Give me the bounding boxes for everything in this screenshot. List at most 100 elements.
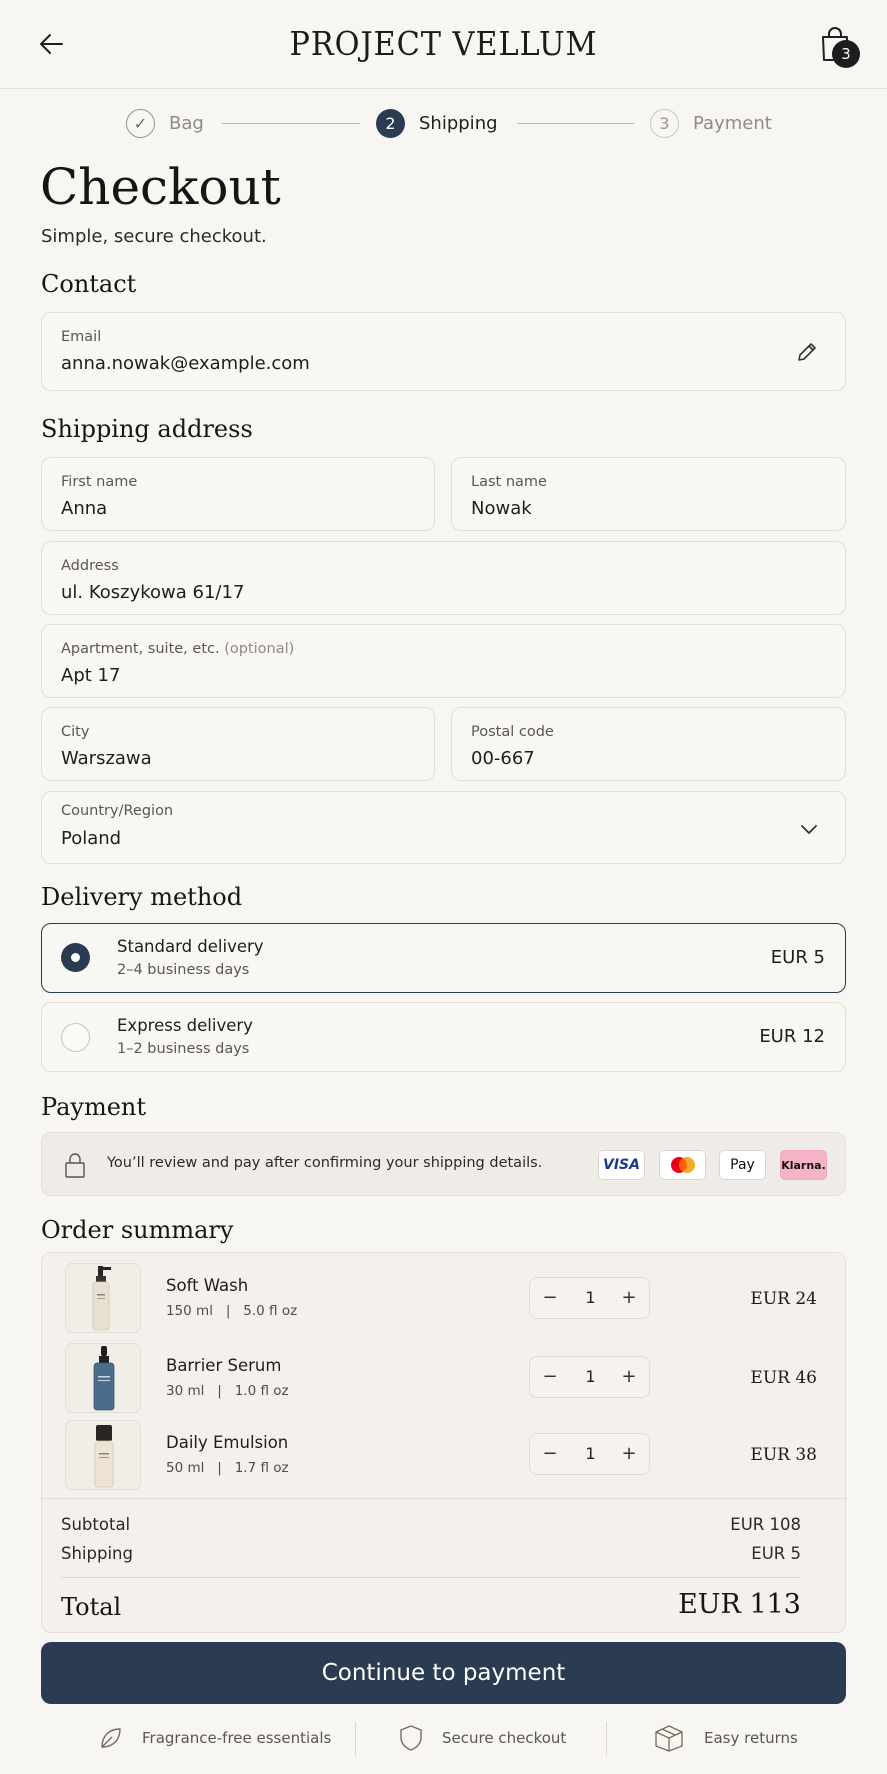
divider: [42, 1498, 847, 1499]
lock-icon: [65, 1153, 85, 1178]
chevron-down-icon: [801, 825, 817, 834]
badge-secure-checkout: Secure checkout: [398, 1718, 566, 1758]
country-label: Country/Region: [61, 803, 174, 819]
increase-quantity-button[interactable]: +: [617, 1365, 641, 1389]
step-label: Payment: [693, 113, 772, 134]
item-price: EUR 24: [750, 1289, 817, 1309]
postal-code-label: Postal code: [471, 724, 554, 740]
payment-note-text: You’ll review and pay after confirming y…: [107, 1155, 543, 1171]
quantity-stepper[interactable]: − 1 +: [529, 1277, 650, 1319]
product-image-daily-emulsion: [65, 1420, 141, 1490]
product-image-barrier-serum: [65, 1343, 141, 1413]
first-name-field[interactable]: First name Anna: [41, 457, 435, 531]
checkout-stepper: ✓ Bag 2 Shipping 3 Payment: [0, 104, 887, 144]
delivery-option-express[interactable]: Express delivery 1–2 business days EUR 1…: [41, 1002, 846, 1072]
delivery-method-title: Delivery method: [41, 883, 243, 911]
email-value: anna.nowak@example.com: [61, 353, 310, 374]
city-field[interactable]: City Warszawa: [41, 707, 435, 781]
bag-count-badge: 3: [832, 40, 860, 68]
mastercard-logo: [659, 1150, 706, 1180]
item-size: 30 ml | 1.0 fl oz: [166, 1383, 289, 1399]
shipping-label: Shipping: [61, 1544, 133, 1563]
step-number: 2: [376, 109, 405, 138]
shield-icon: [400, 1725, 422, 1751]
increase-quantity-button[interactable]: +: [617, 1442, 641, 1466]
step-connector: [517, 123, 634, 124]
payment-note: You’ll review and pay after confirming y…: [41, 1132, 846, 1196]
optional-hint: (optional): [224, 641, 295, 657]
address-value: ul. Koszykowa 61/17: [61, 582, 245, 603]
quantity-stepper[interactable]: − 1 +: [529, 1356, 650, 1398]
apartment-value: Apt 17: [61, 665, 121, 686]
email-field[interactable]: Email anna.nowak@example.com: [41, 312, 846, 391]
item-name: Barrier Serum: [166, 1356, 282, 1375]
quantity-stepper[interactable]: − 1 +: [529, 1433, 650, 1475]
footer-divider: [355, 1722, 356, 1756]
country-select[interactable]: Country/Region Poland: [41, 791, 846, 864]
subtotal-value: EUR 108: [730, 1515, 801, 1534]
delivery-time: 2–4 business days: [117, 962, 250, 978]
subtotal-label: Subtotal: [61, 1515, 131, 1534]
product-image-soft-wash: [65, 1263, 141, 1333]
first-name-label: First name: [61, 474, 138, 490]
total-value: EUR 113: [678, 1589, 801, 1620]
step-number: 3: [650, 109, 679, 138]
item-size: 50 ml | 1.7 fl oz: [166, 1460, 289, 1476]
apartment-label: Apartment, suite, etc. (optional): [61, 641, 295, 657]
shipping-address-title: Shipping address: [41, 415, 253, 443]
email-label: Email: [61, 329, 102, 345]
brand-logo[interactable]: PROJECT VELLUM: [35, 24, 851, 63]
apple-pay-logo: Pay: [719, 1150, 766, 1180]
step-label: Shipping: [419, 113, 498, 134]
delivery-time: 1–2 business days: [117, 1041, 250, 1057]
increase-quantity-button[interactable]: +: [617, 1286, 641, 1310]
badge-label: Easy returns: [704, 1729, 798, 1747]
leaf-icon: [101, 1728, 121, 1748]
postal-code-field[interactable]: Postal code 00-667: [451, 707, 846, 781]
radio-selected[interactable]: [61, 943, 90, 972]
city-value: Warszawa: [61, 748, 152, 769]
delivery-option-standard[interactable]: Standard delivery 2–4 business days EUR …: [41, 923, 846, 993]
step-shipping[interactable]: 2 Shipping: [376, 109, 498, 138]
divider: [61, 1577, 801, 1578]
step-done-icon: ✓: [126, 109, 155, 138]
first-name-value: Anna: [61, 498, 108, 519]
item-name: Soft Wash: [166, 1276, 249, 1295]
visa-logo: VISA: [598, 1150, 645, 1180]
apartment-field[interactable]: Apartment, suite, etc. (optional) Apt 17: [41, 624, 846, 698]
item-price: EUR 46: [750, 1368, 817, 1388]
badge-label: Secure checkout: [442, 1729, 567, 1747]
delivery-name: Express delivery: [117, 1016, 253, 1035]
shipping-value: EUR 5: [751, 1544, 801, 1563]
last-name-label: Last name: [471, 474, 547, 490]
order-summary-title: Order summary: [41, 1216, 234, 1244]
klarna-logo: Klarna.: [780, 1150, 827, 1180]
item-price: EUR 38: [750, 1445, 817, 1465]
continue-to-payment-button[interactable]: Continue to payment: [41, 1642, 846, 1704]
footer-divider: [606, 1722, 607, 1756]
item-name: Daily Emulsion: [166, 1433, 289, 1452]
country-value: Poland: [61, 828, 122, 849]
address-field[interactable]: Address ul. Koszykowa 61/17: [41, 541, 846, 615]
pencil-icon[interactable]: [795, 340, 819, 364]
contact-title: Contact: [41, 270, 137, 298]
last-name-field[interactable]: Last name Nowak: [451, 457, 846, 531]
badge-easy-returns: Easy returns: [652, 1718, 798, 1758]
badge-label: Fragrance-free essentials: [142, 1729, 332, 1747]
payment-title: Payment: [41, 1093, 146, 1121]
total-label: Total: [61, 1593, 122, 1621]
last-name-value: Nowak: [471, 498, 532, 519]
city-label: City: [61, 724, 90, 740]
badge-fragrance-free: Fragrance-free essentials: [98, 1718, 331, 1758]
item-size: 150 ml | 5.0 fl oz: [166, 1303, 298, 1319]
step-payment[interactable]: 3 Payment: [650, 109, 772, 138]
header: PROJECT VELLUM 3: [0, 0, 887, 89]
box-icon: [655, 1725, 683, 1752]
radio-unselected[interactable]: [61, 1023, 90, 1052]
step-label: Bag: [169, 113, 204, 134]
postal-code-value: 00-667: [471, 748, 535, 769]
page-subtitle: Simple, secure checkout.: [41, 226, 267, 247]
delivery-price: EUR 12: [759, 1026, 825, 1047]
step-bag[interactable]: ✓ Bag: [126, 109, 204, 138]
step-connector: [222, 123, 360, 124]
